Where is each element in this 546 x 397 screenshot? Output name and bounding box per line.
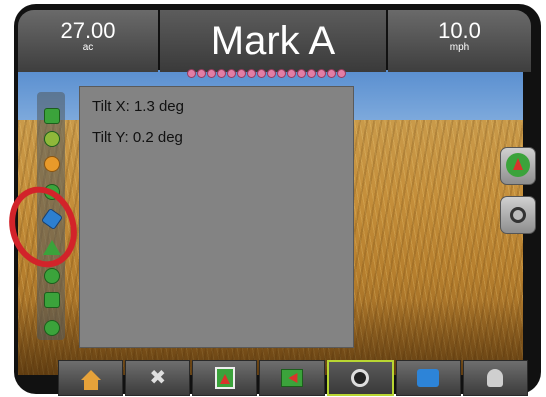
lightbar-dot [267, 69, 276, 78]
data-button[interactable] [395, 360, 461, 396]
tilt-y-readout: Tilt Y: 0.2 deg [92, 129, 183, 146]
area-value: 27.00 [60, 18, 116, 43]
tilt-x-readout: Tilt X: 1.3 deg [92, 98, 184, 115]
lightbar-dot [237, 69, 246, 78]
lightbar-dot [337, 69, 346, 78]
field-view-button[interactable] [259, 360, 325, 396]
bottom-nav: ✖ [58, 360, 528, 397]
status-bar: 27.00 ac Mark A 10.0 mph [18, 10, 531, 72]
section-icon[interactable] [44, 292, 60, 308]
lightbar-dot [327, 69, 336, 78]
lightbar-dot [307, 69, 316, 78]
lightbar-dot [317, 69, 326, 78]
lightbar [187, 69, 397, 81]
lightbar-dot [247, 69, 256, 78]
steering-icon[interactable] [44, 268, 60, 284]
link-icon[interactable] [44, 320, 60, 336]
data-icon [417, 369, 440, 387]
speed-unit: mph [449, 42, 470, 53]
camera-button[interactable] [500, 196, 536, 234]
camera-icon [351, 369, 370, 387]
tilt-info-panel: Tilt X: 1.3 deg Tilt Y: 0.2 deg [79, 86, 354, 348]
speed-icon[interactable] [44, 131, 60, 147]
alert-icon[interactable] [44, 156, 60, 172]
page-title: Mark A [210, 19, 336, 63]
lightbar-dot [207, 69, 216, 78]
lightbar-dot [197, 69, 206, 78]
area-unit: ac [82, 42, 94, 53]
lightbar-dot [217, 69, 226, 78]
boom-icon[interactable] [44, 108, 60, 124]
home-button[interactable] [58, 360, 124, 396]
lightbar-dot [227, 69, 236, 78]
vehicle-view-button[interactable] [500, 147, 536, 185]
vehicle-view-nav-button[interactable] [192, 360, 258, 396]
speed-value: 10.0 [438, 18, 481, 43]
camera-nav-button[interactable] [326, 360, 394, 396]
tools-button[interactable]: ✖ [125, 360, 191, 396]
home-icon [80, 369, 101, 380]
speed-panel[interactable]: 10.0 mph [388, 10, 531, 72]
lightbar-dot [187, 69, 196, 78]
tools-icon: ✖ [149, 367, 167, 389]
title-panel[interactable]: Mark A [160, 10, 386, 72]
lightbar-dot [297, 69, 306, 78]
lightbar-dot [287, 69, 296, 78]
lightbar-dot [277, 69, 286, 78]
area-panel[interactable]: 27.00 ac [18, 10, 158, 72]
unlock-button[interactable] [462, 360, 528, 396]
unlock-icon [487, 369, 504, 387]
camera-icon [510, 207, 526, 223]
lightbar-dot [257, 69, 266, 78]
vehicle-view-icon [506, 153, 530, 177]
